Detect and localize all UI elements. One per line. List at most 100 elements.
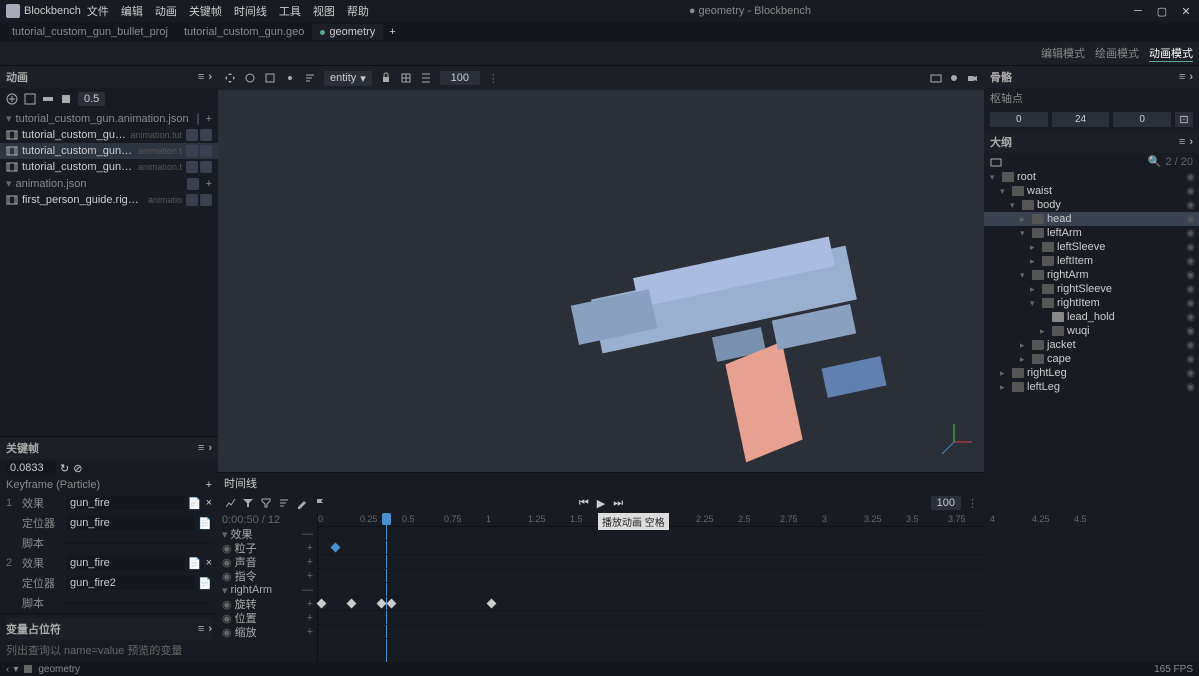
kf-row-value[interactable] <box>66 542 212 544</box>
save-anim-icon[interactable] <box>200 194 212 206</box>
expand-icon[interactable]: ▸ <box>1030 284 1039 295</box>
outliner-item[interactable]: ▸leftSleeve◉ <box>984 240 1199 254</box>
tab-2[interactable]: geometry <box>312 24 383 40</box>
mode-anim[interactable]: 动画模式 <box>1149 45 1193 62</box>
visibility-icon[interactable]: ◉ <box>1186 242 1195 253</box>
save-anim-icon[interactable] <box>200 129 212 141</box>
remove-icon[interactable]: × <box>206 557 212 569</box>
timeline-track[interactable]: ▾rightArm— <box>218 583 317 597</box>
kf-refresh-icon[interactable]: ↻ <box>60 462 69 475</box>
new-tab-button[interactable]: + <box>383 26 401 38</box>
tl-graph-icon[interactable] <box>224 497 236 509</box>
panel-collapse-icon[interactable]: › <box>208 623 212 635</box>
tl-flag-icon[interactable] <box>314 497 326 509</box>
anim-item[interactable]: tutorial_custom_gun.attack_first_persona… <box>0 143 218 159</box>
expand-icon[interactable]: ▾ <box>1000 186 1009 197</box>
visibility-icon[interactable]: ◉ <box>1186 354 1195 365</box>
timeline-track[interactable]: ◉声音+ <box>218 555 317 569</box>
camera-icon[interactable] <box>966 72 978 84</box>
grid-icon[interactable] <box>400 72 412 84</box>
menu-view[interactable]: 视图 <box>313 3 335 19</box>
menu-tools[interactable]: 工具 <box>279 3 301 19</box>
expand-icon[interactable]: ▾ <box>1020 270 1029 281</box>
expand-icon[interactable]: ▸ <box>1020 340 1029 351</box>
anim-item[interactable]: first_person_guide.right_arm.method_onea… <box>0 192 218 208</box>
kf-row-value[interactable]: gun_fire <box>66 556 184 570</box>
play-anim-icon[interactable] <box>186 194 198 206</box>
track-add-icon[interactable]: + <box>307 556 313 568</box>
minimize-button[interactable]: ─ <box>1131 5 1145 18</box>
outliner-item[interactable]: ▾leftArm◉ <box>984 226 1199 240</box>
entity-selector[interactable]: entity▾ <box>324 71 372 86</box>
expand-icon[interactable]: ▸ <box>1040 326 1049 337</box>
kf-row-value[interactable]: gun_fire <box>66 496 184 510</box>
file-icon[interactable]: 📄 <box>198 577 212 590</box>
outliner-item[interactable]: ▾rightArm◉ <box>984 268 1199 282</box>
expand-icon[interactable]: ▸ <box>1030 242 1039 253</box>
import-anim-icon[interactable] <box>24 93 36 105</box>
viewport-3d[interactable] <box>218 90 984 472</box>
panel-collapse-icon[interactable]: › <box>208 442 212 454</box>
visibility-icon[interactable]: ◉ <box>1186 270 1195 281</box>
tab-0[interactable]: tutorial_custom_gun_bullet_proj <box>4 24 176 40</box>
menu-anim[interactable]: 动画 <box>155 3 177 19</box>
kf-row-value[interactable]: gun_fire <box>66 516 194 530</box>
expand-icon[interactable]: ▾ <box>1030 298 1039 309</box>
timeline-row[interactable] <box>318 597 984 611</box>
tab-1[interactable]: tutorial_custom_gun.geo <box>176 24 312 40</box>
mode-edit[interactable]: 编辑模式 <box>1041 45 1085 62</box>
pivot-tool-icon[interactable] <box>284 72 296 84</box>
kf-time-input[interactable]: 0.0833 <box>6 461 56 475</box>
axis-gizmo[interactable] <box>934 422 974 462</box>
lock-icon[interactable] <box>380 72 392 84</box>
visibility-icon[interactable]: ◉ <box>1186 172 1195 183</box>
keyframe-diamond[interactable] <box>317 599 327 609</box>
panel-collapse-icon[interactable]: › <box>208 71 212 83</box>
outliner-item[interactable]: ▾waist◉ <box>984 184 1199 198</box>
kf-row-value[interactable]: gun_fire2 <box>66 576 194 590</box>
file-icon[interactable]: 📄 <box>188 557 202 570</box>
visibility-icon[interactable]: ◉ <box>1186 340 1195 351</box>
align-icon[interactable] <box>420 72 432 84</box>
panel-menu-icon[interactable]: ≡ <box>198 442 204 454</box>
close-button[interactable]: ✕ <box>1179 5 1193 18</box>
anim-file-header[interactable]: ▾animation.json+ <box>0 175 218 192</box>
sort-icon[interactable] <box>304 72 316 84</box>
visibility-icon[interactable]: ◉ <box>1186 298 1195 309</box>
track-toggle-icon[interactable]: ▾ <box>222 528 228 541</box>
remove-icon[interactable]: × <box>206 497 212 509</box>
outliner-item[interactable]: lead_hold◉ <box>984 310 1199 324</box>
visibility-icon[interactable]: ◉ <box>1186 284 1195 295</box>
center-pivot-button[interactable]: ⊡ <box>1175 112 1193 127</box>
tl-sort-icon[interactable] <box>278 497 290 509</box>
rotate-tool-icon[interactable] <box>244 72 256 84</box>
timeline-track[interactable]: ◉旋转+ <box>218 597 317 611</box>
track-add-icon[interactable]: + <box>307 612 313 624</box>
visibility-icon[interactable]: ◉ <box>1186 228 1195 239</box>
timeline-track[interactable]: ◉缩放+ <box>218 625 317 639</box>
pivot-x-input[interactable] <box>990 112 1048 127</box>
anim-file-header[interactable]: ▾tutorial_custom_gun.animation.json+ <box>0 110 218 127</box>
expand-icon[interactable]: ▸ <box>1000 382 1009 393</box>
visibility-icon[interactable]: ◉ <box>1186 312 1195 323</box>
menu-timeline[interactable]: 时间线 <box>234 3 267 19</box>
timeline-track[interactable]: ◉粒子+ <box>218 541 317 555</box>
outliner-item[interactable]: ▸jacket◉ <box>984 338 1199 352</box>
timeline-row[interactable] <box>318 569 984 583</box>
add-anim-icon[interactable]: + <box>206 113 212 125</box>
timeline-end-value[interactable]: 100 <box>931 496 961 510</box>
add-group-icon[interactable] <box>990 156 1002 168</box>
play-anim-icon[interactable] <box>186 161 198 173</box>
outliner-item[interactable]: ▸rightLeg◉ <box>984 366 1199 380</box>
mode-paint[interactable]: 绘画模式 <box>1095 45 1139 62</box>
timeline-row[interactable] <box>318 541 984 555</box>
menu-help[interactable]: 帮助 <box>347 3 369 19</box>
track-toggle-icon[interactable]: ◉ <box>222 612 232 625</box>
file-icon[interactable]: 📄 <box>188 497 202 510</box>
visibility-icon[interactable]: ◉ <box>1186 368 1195 379</box>
timeline-row[interactable] <box>318 583 984 597</box>
anim-slider-value[interactable]: 0.5 <box>78 92 105 106</box>
keyframe-diamond[interactable] <box>331 543 341 553</box>
save-anim-icon[interactable] <box>200 161 212 173</box>
track-toggle-icon[interactable]: ◉ <box>222 570 232 583</box>
